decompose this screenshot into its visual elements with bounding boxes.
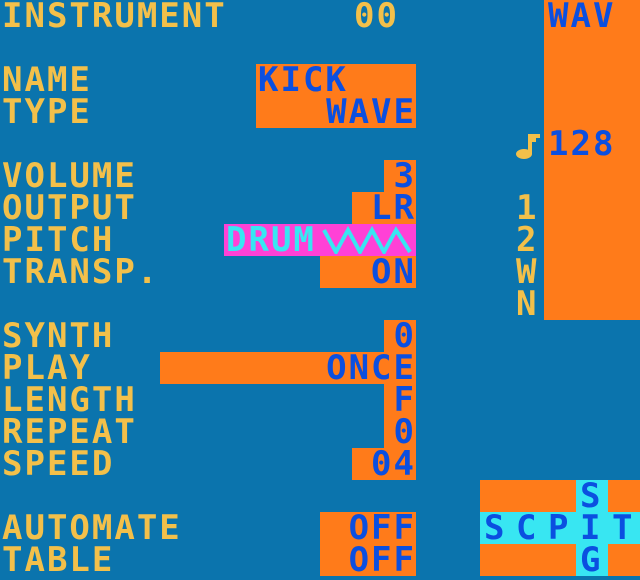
screen-map-phrase[interactable]: P (548, 511, 570, 545)
speed-label: SPEED (2, 444, 115, 484)
screen-map-s[interactable]: S (484, 511, 506, 545)
table-value[interactable]: OFF (320, 543, 416, 577)
screen-map-table[interactable]: T (612, 511, 634, 545)
type-value[interactable]: WAVE (256, 95, 416, 129)
play-value[interactable]: ONCE (260, 351, 416, 385)
table-label: TABLE (2, 540, 115, 580)
pitch-wave-icon (322, 226, 412, 254)
transp-label: TRANSP. (2, 252, 160, 292)
pitch-value[interactable]: DRUM (226, 223, 316, 257)
instrument-number[interactable]: 00 (354, 0, 399, 33)
screen-map-chain[interactable]: C (516, 511, 538, 545)
note-icon (516, 134, 540, 159)
speed-value[interactable]: 04 (340, 447, 416, 481)
transp-value[interactable]: ON (320, 255, 416, 289)
channel-4: N (516, 284, 539, 324)
page-title: INSTRUMENT (2, 0, 227, 36)
output-value[interactable]: LR (340, 191, 416, 225)
screen-map-groove[interactable]: G (580, 543, 602, 577)
tempo-value: 128 (548, 124, 616, 164)
screen-mode: WAV (548, 0, 616, 36)
type-label: TYPE (2, 92, 92, 132)
